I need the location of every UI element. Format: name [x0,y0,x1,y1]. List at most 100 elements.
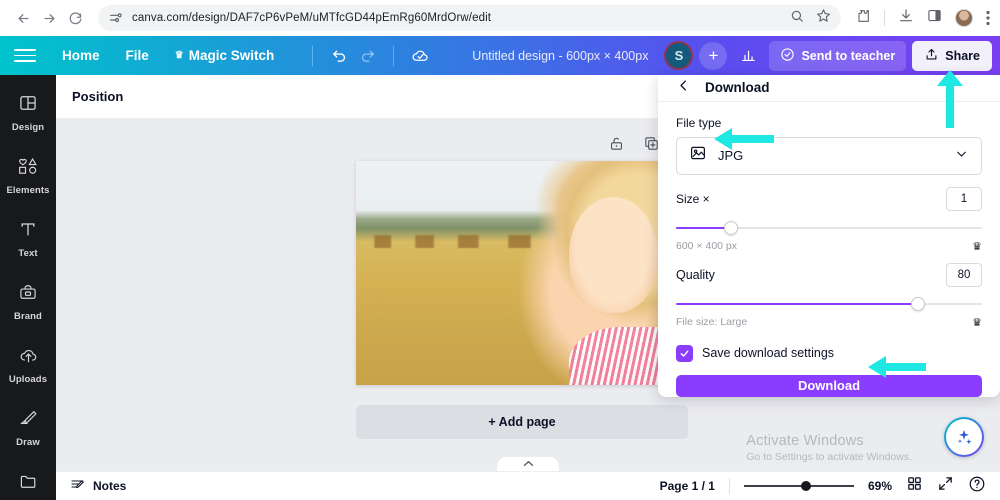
save-download-settings-row[interactable]: Save download settings [676,344,982,362]
chevron-up-icon[interactable] [497,457,559,471]
quality-label: Quality [676,267,715,282]
projects-folder-icon [18,471,39,496]
sidebar-item-brand[interactable]: Brand [2,276,54,328]
downloads-icon[interactable] [898,8,914,29]
site-settings-icon[interactable] [108,10,124,26]
cloud-saved-icon[interactable] [406,42,434,70]
watermark-line-1: Activate Windows [746,433,864,449]
back-arrow-icon[interactable] [10,5,36,31]
watermark-line-2: Go to Settings to activate Windows. [746,451,912,463]
send-to-teacher-label: Send to teacher [801,48,896,63]
download-panel: Download File type JPG Size × 1 600 × 40… [658,75,1000,397]
nav-home[interactable]: Home [62,48,100,63]
uploads-cloud-icon [18,345,39,370]
sidebar-item-elements[interactable]: Elements [2,150,54,202]
reload-icon[interactable] [62,5,88,31]
undo-icon[interactable] [325,42,353,70]
quality-slider-knob[interactable] [910,296,925,311]
help-question-icon[interactable] [968,475,986,498]
quality-hint: File size: Large [676,316,748,329]
size-input[interactable]: 1 [946,186,982,211]
send-to-teacher-button[interactable]: Send to teacher [769,40,907,71]
bottom-bar-controls: Page 1 / 1 69% [660,475,986,498]
download-panel-body: File type JPG Size × 1 600 × 400 px ♛ Qu… [658,102,1000,362]
three-dot-menu-icon[interactable] [986,10,990,26]
address-bar[interactable]: canva.com/design/DAF7cP6vPeM/uMTfcGD44pE… [98,5,841,31]
nav-file[interactable]: File [126,48,149,63]
photo-girl-in-wheat-field[interactable] [356,161,688,385]
download-panel-title: Download [705,80,770,96]
draw-pen-icon [18,408,38,433]
toolbar-divider [884,10,885,26]
share-upload-icon [924,47,939,65]
grid-view-icon[interactable] [906,475,923,497]
file-type-label: File type [676,115,722,130]
file-type-value: JPG [718,148,744,164]
page-indicator: Page 1 / 1 [659,479,715,493]
chevron-down-icon[interactable] [954,146,969,166]
sidebar-label-design: Design [11,122,45,133]
browser-toolbar: canva.com/design/DAF7cP6vPeM/uMTfcGD44pE… [0,0,1000,36]
browser-action-icons [855,8,990,29]
crown-pro-icon: ♛ [972,316,982,329]
zoom-slider[interactable] [743,479,854,493]
url-text: canva.com/design/DAF7cP6vPeM/uMTfcGD44pE… [132,12,492,24]
position-button[interactable]: Position [72,89,123,104]
download-panel-header: Download [658,75,1000,102]
document-title[interactable]: Untitled design - 600px × 400px [472,49,648,63]
redo-icon[interactable] [353,42,381,70]
size-label: Size × [676,191,710,206]
download-button[interactable]: Download [676,374,982,397]
forward-arrow-icon[interactable] [36,5,62,31]
insights-bar-chart-icon[interactable] [733,42,763,70]
expand-fullscreen-icon[interactable] [937,475,954,497]
image-file-icon [689,144,707,167]
star-icon[interactable] [816,8,831,28]
file-type-select[interactable]: JPG [676,136,982,175]
notes-button[interactable]: Notes [70,477,126,496]
sidebar-label-draw: Draw [16,437,40,448]
extensions-puzzle-icon[interactable] [855,8,871,29]
hay-bales [365,234,552,249]
quality-slider[interactable] [676,296,982,312]
unlock-padlock-icon[interactable] [608,135,625,157]
size-slider-fill [676,226,732,230]
quality-slider-fill [676,302,918,306]
zoom-slider-knob[interactable] [801,481,812,491]
quality-input[interactable]: 80 [946,262,982,287]
notes-label: Notes [93,479,127,493]
size-slider[interactable] [676,220,982,236]
user-avatar[interactable]: S [664,41,694,70]
zoom-percentage[interactable]: 69% [868,479,892,493]
add-collaborator-button[interactable]: + [699,41,728,70]
profile-avatar[interactable] [955,9,973,27]
chevron-left-icon[interactable] [676,78,691,97]
sidebar-item-text[interactable]: Text [2,213,54,265]
canva-editor-window: canva.com/design/DAF7cP6vPeM/uMTfcGD44pE… [0,0,1000,500]
share-button[interactable]: Share [912,40,992,71]
save-settings-checkbox[interactable] [676,344,693,362]
page-zoom-icon[interactable] [790,9,804,28]
side-panel-icon[interactable] [927,8,942,28]
design-page-canvas[interactable] [356,161,688,385]
top-bar-actions: S + Send to teacher Share [664,40,992,71]
sidebar-label-uploads: Uploads [8,374,48,385]
elements-shapes-icon [17,156,39,181]
check-circle-icon [780,47,795,65]
sidebar-item-draw[interactable]: Draw [2,402,54,454]
size-slider-knob[interactable] [724,220,739,235]
sidebar-item-projects[interactable]: Projects [2,465,54,500]
zoom-slider-track [743,485,854,487]
bottom-status-bar: Notes Page 1 / 1 69% [56,471,1000,500]
page-tools [608,135,660,157]
brand-kit-icon [18,282,38,307]
nav-magic-switch[interactable]: ♛ Magic Switch [175,48,274,63]
divider [312,45,314,66]
sidebar-label-elements: Elements [6,185,50,196]
face [568,196,659,314]
main-menu-icon[interactable] [14,49,36,62]
sidebar-item-uploads[interactable]: Uploads [2,339,54,391]
sidebar-item-design[interactable]: Design [2,87,54,139]
magic-sparkle-icon[interactable] [944,417,984,457]
add-page-button[interactable]: + Add page [356,405,688,439]
